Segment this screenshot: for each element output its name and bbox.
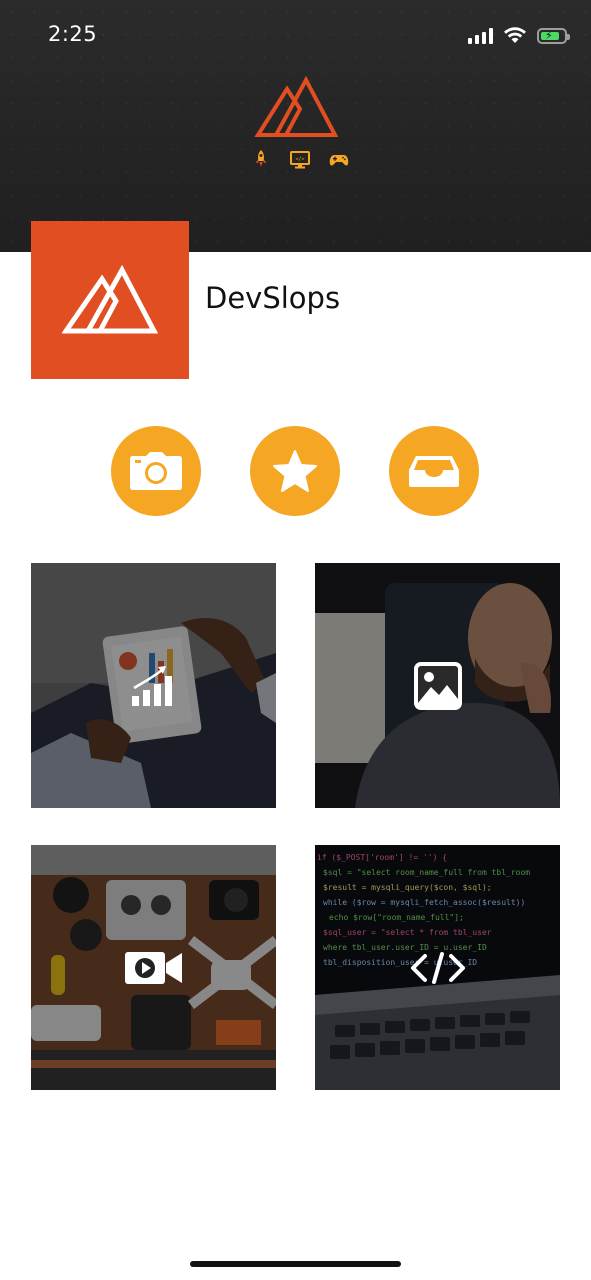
monitor-code-icon: </> (290, 151, 310, 169)
video-icon (124, 951, 182, 984)
star-icon (273, 450, 317, 492)
tile-analytics[interactable] (31, 563, 276, 808)
tile-code[interactable]: if ($_POST['room'] != '') { $sql = "sele… (315, 845, 560, 1090)
header-icon-row: </> (250, 148, 350, 170)
profile-name: DevSlops (205, 281, 341, 315)
tile-video[interactable] (31, 845, 276, 1090)
wifi-icon (504, 27, 526, 43)
svg-text:</>: </> (295, 157, 304, 163)
battery-icon: ⚡ (537, 28, 570, 44)
image-icon (413, 661, 462, 710)
rocket-icon (255, 150, 267, 167)
home-indicator[interactable] (190, 1261, 401, 1267)
inbox-button[interactable] (389, 426, 479, 516)
profile-avatar (31, 221, 189, 379)
camera-icon (130, 452, 182, 490)
camera-button[interactable] (111, 426, 201, 516)
status-time: 2:25 (48, 22, 98, 46)
gamepad-icon (329, 155, 349, 166)
tile-photos[interactable] (315, 563, 560, 808)
chart-icon (131, 665, 172, 706)
mountain-logo-icon (254, 76, 338, 137)
status-icons: ⚡ (468, 27, 570, 44)
favorites-button[interactable] (250, 426, 340, 516)
inbox-icon (409, 456, 459, 487)
code-icon (410, 951, 465, 984)
signal-icon (468, 28, 493, 44)
header-banner: 2:25 ⚡ </> (0, 0, 591, 252)
mountain-logo-icon (62, 265, 158, 334)
